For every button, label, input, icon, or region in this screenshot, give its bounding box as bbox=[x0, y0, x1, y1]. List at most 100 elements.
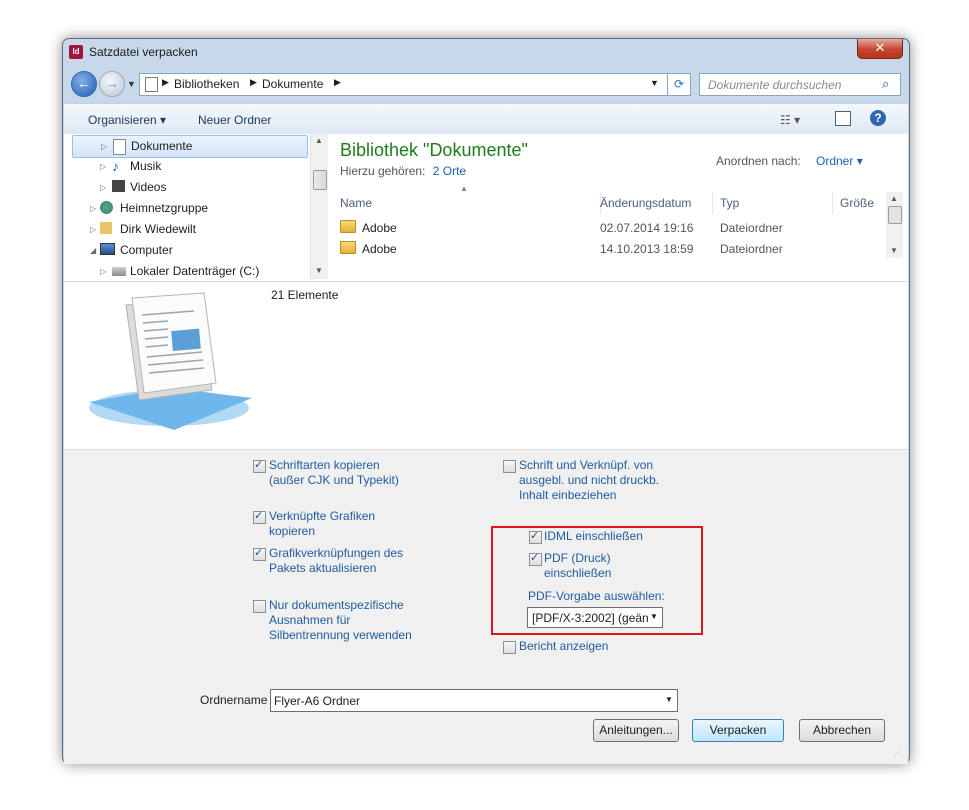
arrow-right-icon: → bbox=[105, 75, 119, 91]
package-dialog: Id Satzdatei verpacken ✕ ← → ▼ ▶ Bibliot… bbox=[62, 38, 910, 764]
package-options: Schriftarten kopieren(außer CJK und Type… bbox=[64, 449, 908, 764]
tree-scroll-thumb[interactable] bbox=[313, 170, 327, 190]
expand-icon[interactable]: ▷ bbox=[100, 156, 106, 177]
chevron-down-icon: ▼ bbox=[650, 612, 658, 621]
file-browser: ▷ Dokumente ▷ ♪ Musik ▷ Videos ▷ Heimnet… bbox=[64, 134, 908, 315]
folder-name-input[interactable]: Flyer-A6 Ordner ▼ bbox=[270, 689, 678, 712]
column-size[interactable]: Größe bbox=[840, 192, 884, 214]
expand-icon[interactable]: ▷ bbox=[90, 198, 96, 219]
command-toolbar: Organisieren ▾ Neuer Ordner ☷ ▾ ? bbox=[64, 103, 908, 135]
item-count: 21 Elemente bbox=[271, 288, 339, 302]
tree-item-dirk-wiedewilt[interactable]: ▷ Dirk Wiedewilt bbox=[72, 219, 306, 240]
view-options-icon[interactable]: ☷ ▾ bbox=[780, 113, 800, 127]
breadcrumb-dokumente[interactable]: Dokumente bbox=[262, 77, 323, 91]
tree-item-dokumente[interactable]: ▷ Dokumente bbox=[72, 135, 308, 158]
search-box[interactable]: Dokumente durchsuchen ⌕ bbox=[699, 73, 901, 96]
refresh-button[interactable]: ⟳ bbox=[667, 73, 691, 96]
copy-graphics-checkbox[interactable] bbox=[253, 509, 266, 524]
column-type[interactable]: Typ bbox=[720, 192, 833, 214]
folder-name-label: Ordnername bbox=[200, 693, 268, 707]
tree-item-videos[interactable]: ▷ Videos bbox=[72, 177, 306, 198]
tree-item-computer[interactable]: ◢ Computer bbox=[72, 240, 306, 261]
drive-icon bbox=[112, 267, 126, 276]
recent-pages-dropdown[interactable]: ▼ bbox=[127, 79, 136, 89]
instructions-button[interactable]: Anleitungen... bbox=[593, 719, 679, 742]
scroll-down-icon[interactable]: ▼ bbox=[315, 266, 323, 275]
indesign-app-icon: Id bbox=[69, 45, 83, 59]
include-pdf-label[interactable]: PDF (Druck) einschließen bbox=[544, 551, 611, 581]
organize-menu[interactable]: Organisieren ▾ bbox=[88, 113, 166, 127]
video-icon bbox=[112, 180, 125, 192]
include-idml-label[interactable]: IDML einschließen bbox=[544, 529, 643, 544]
collapse-icon[interactable]: ◢ bbox=[90, 240, 96, 261]
include-pdf-checkbox[interactable] bbox=[529, 551, 542, 566]
scroll-up-icon[interactable]: ▲ bbox=[890, 194, 898, 203]
preview-pane-icon[interactable] bbox=[835, 111, 851, 126]
tree-item-lokaler-datentraeger[interactable]: ▷ Lokaler Datenträger (C:) bbox=[72, 261, 306, 282]
file-list-vthumb[interactable] bbox=[888, 206, 902, 224]
expand-icon[interactable]: ▷ bbox=[90, 219, 96, 240]
column-date[interactable]: Änderungsdatum bbox=[600, 192, 713, 214]
library-includes: Hierzu gehören: 2 Orte bbox=[340, 164, 467, 178]
help-icon[interactable]: ? bbox=[870, 110, 886, 126]
pdf-preset-select[interactable]: [PDF/X-3:2002] (geän ▼ bbox=[527, 607, 663, 628]
include-hidden-checkbox[interactable] bbox=[503, 460, 516, 473]
close-button[interactable]: ✕ bbox=[857, 39, 903, 59]
file-row[interactable]: Adobe 02.07.2014 19:16 Dateiordner bbox=[340, 218, 880, 239]
include-hidden-label[interactable]: Schrift und Verknüpf. von ausgebl. und ni… bbox=[519, 458, 659, 503]
library-icon bbox=[145, 77, 158, 92]
scroll-up-icon[interactable]: ▲ bbox=[315, 136, 323, 145]
tree-item-musik[interactable]: ▷ ♪ Musik bbox=[72, 156, 306, 177]
address-dropdown-icon[interactable]: ▼ bbox=[650, 78, 659, 88]
copy-fonts-label[interactable]: Schriftarten kopieren (außer CJK und Type… bbox=[269, 458, 399, 488]
hyphenation-checkbox[interactable] bbox=[253, 600, 266, 613]
locations-link[interactable]: 2 Orte bbox=[433, 164, 466, 178]
update-links-label[interactable]: Grafikverknüpfungen des Pakets aktualisie… bbox=[269, 546, 403, 576]
arrow-left-icon: ← bbox=[77, 75, 91, 91]
back-button[interactable]: ← bbox=[71, 71, 97, 97]
folder-icon bbox=[340, 220, 356, 233]
file-list-vscrollbar[interactable]: ▲ ▼ bbox=[886, 192, 903, 258]
pdf-preset-label: PDF-Vorgabe auswählen: bbox=[528, 589, 665, 603]
hyphenation-label[interactable]: Nur dokumentspezifische Ausnahmen für Silb… bbox=[269, 598, 412, 643]
expand-icon[interactable]: ▷ bbox=[100, 177, 106, 198]
homegroup-icon bbox=[100, 201, 113, 214]
search-input[interactable]: Dokumente durchsuchen bbox=[708, 78, 841, 92]
scroll-down-icon[interactable]: ▼ bbox=[890, 246, 898, 255]
expand-icon[interactable]: ▷ bbox=[101, 136, 107, 157]
expand-icon[interactable]: ▷ bbox=[100, 261, 106, 282]
forward-button[interactable]: → bbox=[99, 71, 125, 97]
cancel-button[interactable]: Abbrechen bbox=[799, 719, 885, 742]
breadcrumb-bibliotheken[interactable]: Bibliotheken bbox=[174, 77, 239, 91]
music-icon: ♪ bbox=[112, 158, 119, 174]
user-folder-icon bbox=[100, 222, 112, 234]
computer-icon bbox=[100, 243, 115, 255]
refresh-icon: ⟳ bbox=[673, 77, 685, 91]
file-row[interactable]: Adobe 14.10.2013 18:59 Dateiordner bbox=[340, 239, 880, 260]
chevron-down-icon[interactable]: ▼ bbox=[665, 695, 673, 704]
close-icon: ✕ bbox=[874, 40, 886, 55]
folder-icon bbox=[340, 241, 356, 254]
address-bar[interactable]: ▶ Bibliotheken ▶ Dokumente ▶ ▼ bbox=[139, 73, 689, 96]
show-report-checkbox[interactable] bbox=[503, 641, 516, 654]
show-report-label[interactable]: Bericht anzeigen bbox=[519, 639, 608, 654]
update-links-checkbox[interactable] bbox=[253, 546, 266, 561]
details-pane: 21 Elemente bbox=[64, 281, 908, 450]
copy-fonts-checkbox[interactable] bbox=[253, 458, 266, 473]
title-bar: Id Satzdatei verpacken ✕ bbox=[63, 39, 909, 65]
new-folder-button[interactable]: Neuer Ordner bbox=[198, 113, 271, 127]
documents-icon bbox=[113, 139, 126, 155]
window-title: Satzdatei verpacken bbox=[89, 45, 198, 59]
sort-dropdown[interactable]: Ordner ▾ bbox=[816, 154, 863, 168]
copy-graphics-label[interactable]: Verknüpfte Grafiken kopieren bbox=[269, 509, 375, 539]
package-button[interactable]: Verpacken bbox=[692, 719, 784, 742]
include-idml-checkbox[interactable] bbox=[529, 529, 542, 544]
sort-label: Anordnen nach: bbox=[716, 154, 801, 168]
search-icon[interactable]: ⌕ bbox=[882, 76, 889, 92]
tree-item-heimnetzgruppe[interactable]: ▷ Heimnetzgruppe bbox=[72, 198, 306, 219]
library-document-icon bbox=[89, 292, 252, 430]
resize-grip-icon[interactable]: ⋰ bbox=[894, 748, 902, 757]
tree-scrollbar[interactable]: ▲ ▼ bbox=[310, 134, 328, 279]
library-title: Bibliothek "Dokumente" bbox=[340, 140, 528, 160]
column-name[interactable]: Name bbox=[334, 192, 601, 214]
